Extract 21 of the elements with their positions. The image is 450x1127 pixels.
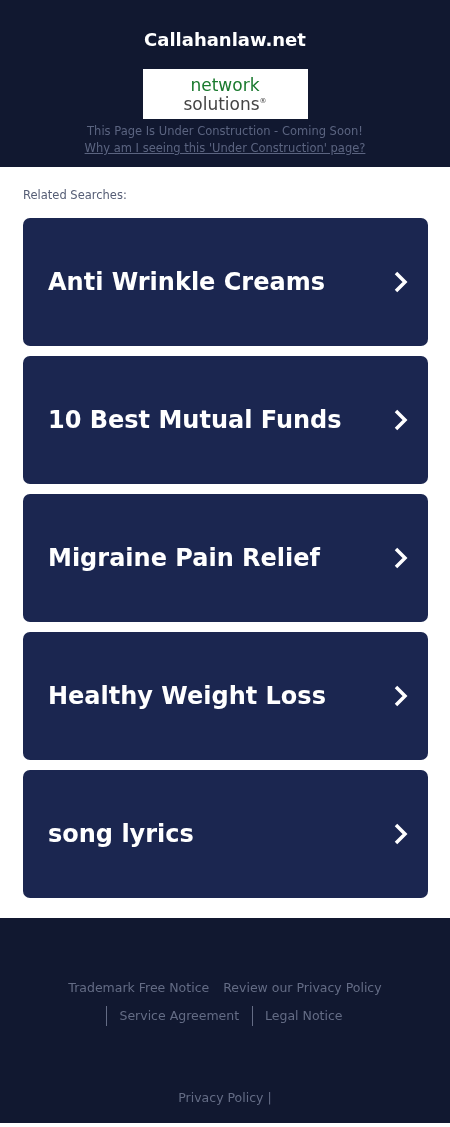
chevron-icon: [394, 409, 408, 431]
chevron-icon: [394, 547, 408, 569]
why-link[interactable]: Why am I seeing this 'Under Construction' page?: [84, 141, 366, 155]
search-link[interactable]: Anti Wrinkle Creams: [23, 218, 428, 346]
construction-notice: This Page Is Under Construction - Coming Soon!: [87, 124, 363, 138]
search-link[interactable]: Migraine Pain Relief: [23, 494, 428, 622]
privacy-link[interactable]: Privacy Policy: [178, 1090, 264, 1105]
footer-link[interactable]: Legal Notice: [252, 1006, 350, 1026]
footer-link[interactable]: Service Agreement: [106, 1006, 247, 1026]
logo: network solutions$^{®}$: [142, 69, 308, 119]
footer-link[interactable]: Trademark Free Notice: [61, 978, 217, 998]
search-link[interactable]: 10 Best Mutual Funds: [23, 356, 428, 484]
domain-title: Callahanlaw.net: [144, 28, 306, 52]
separator: |: [267, 1090, 272, 1105]
search-link[interactable]: Healthy Weight Loss: [23, 632, 428, 760]
search-link[interactable]: song lyrics: [23, 770, 428, 898]
chevron-icon: [394, 271, 408, 293]
footer-link[interactable]: Review our Privacy Policy: [216, 978, 389, 998]
related-heading: Related Searches:: [23, 188, 128, 202]
chevron-icon: [394, 685, 408, 707]
chevron-icon: [394, 823, 408, 845]
